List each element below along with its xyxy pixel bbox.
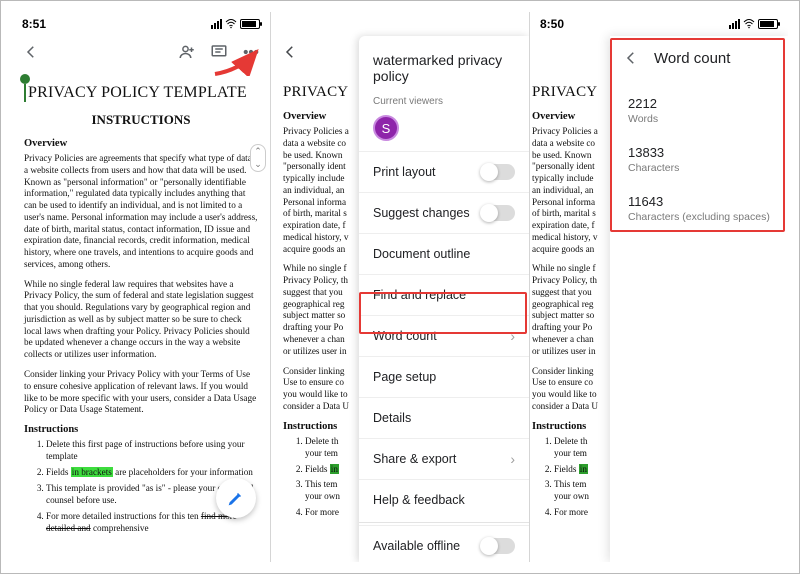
status-indicators <box>211 18 260 30</box>
toggle-icon[interactable] <box>481 164 515 180</box>
status-bar <box>271 12 529 36</box>
words-label: Words <box>628 113 770 125</box>
app-toolbar <box>12 36 270 68</box>
menu-find-replace[interactable]: Find and replace <box>359 274 529 315</box>
document-title[interactable]: PRIVACY POLICY TEMPLATE <box>24 84 258 102</box>
document-title-text: PRIVACY POLICY TEMPLATE <box>28 84 247 102</box>
text-cursor <box>24 84 26 102</box>
menu-share-export[interactable]: Share & export› <box>359 438 529 479</box>
menu-separator <box>359 522 529 523</box>
chevron-right-icon: › <box>510 328 515 344</box>
menu-doc-title: watermarked privacy policy <box>359 36 529 92</box>
signal-icon <box>729 19 740 29</box>
menu-suggest-changes[interactable]: Suggest changes <box>359 192 529 233</box>
status-bar: 8:51 <box>12 12 270 36</box>
toggle-icon[interactable] <box>481 538 515 554</box>
word-count-characters: 13833 Characters <box>610 135 788 184</box>
overview-para-3[interactable]: Consider linking your Privacy Policy wit… <box>24 369 258 416</box>
chars-ns-value: 11643 <box>628 194 770 209</box>
word-count-words: 2212 Words <box>610 86 788 135</box>
overview-para-1[interactable]: Privacy Policies are agreements that spe… <box>24 153 258 271</box>
viewer-avatar[interactable]: S <box>373 115 399 141</box>
word-count-header: Word count <box>610 36 788 80</box>
list-item: Fields in brackets are placeholders for … <box>46 467 258 479</box>
word-count-list: 2212 Words 13833 Characters 11643 Charac… <box>610 80 788 239</box>
toggle-icon[interactable] <box>481 205 515 221</box>
status-time: 8:50 <box>540 17 564 31</box>
menu-print-layout[interactable]: Print layout <box>359 151 529 192</box>
menu-available-offline[interactable]: Available offline <box>359 525 529 562</box>
back-icon[interactable] <box>22 43 40 61</box>
word-count-characters-no-spaces: 11643 Characters (excluding spaces) <box>610 184 788 233</box>
menu-document-outline[interactable]: Document outline <box>359 233 529 274</box>
highlighted-text: in brackets <box>71 467 113 477</box>
phone-screen-3: 8:50 PRIVACY Overview Privacy Policies a… <box>530 12 788 562</box>
share-person-icon[interactable] <box>178 43 196 61</box>
status-bar: 8:50 <box>530 12 788 36</box>
battery-icon <box>240 19 260 29</box>
phone-screen-2: PRIVACY Overview Privacy Policies adata … <box>271 12 530 562</box>
viewers-row: S <box>359 111 529 151</box>
overview-heading: Overview <box>24 138 258 149</box>
menu-word-count[interactable]: Word count› <box>359 315 529 356</box>
comment-icon[interactable] <box>210 43 228 61</box>
instructions-heading: INSTRUCTIONS <box>24 112 258 128</box>
menu-help-feedback[interactable]: Help & feedback <box>359 479 529 520</box>
menu-page-setup[interactable]: Page setup <box>359 356 529 397</box>
chevron-right-icon: › <box>510 451 515 467</box>
word-count-title: Word count <box>654 50 730 67</box>
wifi-icon <box>743 18 755 30</box>
edit-fab[interactable] <box>216 478 256 518</box>
status-indicators <box>729 18 778 30</box>
more-menu-icon[interactable] <box>242 43 260 61</box>
back-icon <box>281 43 299 61</box>
overview-para-2[interactable]: While no single federal law requires tha… <box>24 279 258 361</box>
status-time: 8:51 <box>22 17 46 31</box>
overflow-menu-panel: watermarked privacy policy Current viewe… <box>359 36 529 562</box>
signal-icon <box>211 19 222 29</box>
chars-value: 13833 <box>628 145 770 160</box>
wifi-icon <box>225 18 237 30</box>
document-content: ⌃⌄ PRIVACY POLICY TEMPLATE INSTRUCTIONS … <box>12 68 270 562</box>
menu-details[interactable]: Details <box>359 397 529 438</box>
list-item: Delete this first page of instructions b… <box>46 439 258 463</box>
chars-label: Characters <box>628 162 770 174</box>
current-viewers-label: Current viewers <box>359 92 529 111</box>
document-title-text: PRIVACY <box>283 84 348 101</box>
battery-icon <box>758 19 778 29</box>
chars-ns-label: Characters (excluding spaces) <box>628 211 770 223</box>
word-count-panel: Word count 2212 Words 13833 Characters 1… <box>610 36 788 562</box>
instructions-subheading: Instructions <box>24 424 258 435</box>
words-value: 2212 <box>628 96 770 111</box>
scroll-handle[interactable]: ⌃⌄ <box>250 144 266 172</box>
phone-screen-1: 8:51 ⌃⌄ PRIVACY POLICY TEMPL <box>12 12 271 562</box>
back-icon[interactable] <box>622 49 640 67</box>
